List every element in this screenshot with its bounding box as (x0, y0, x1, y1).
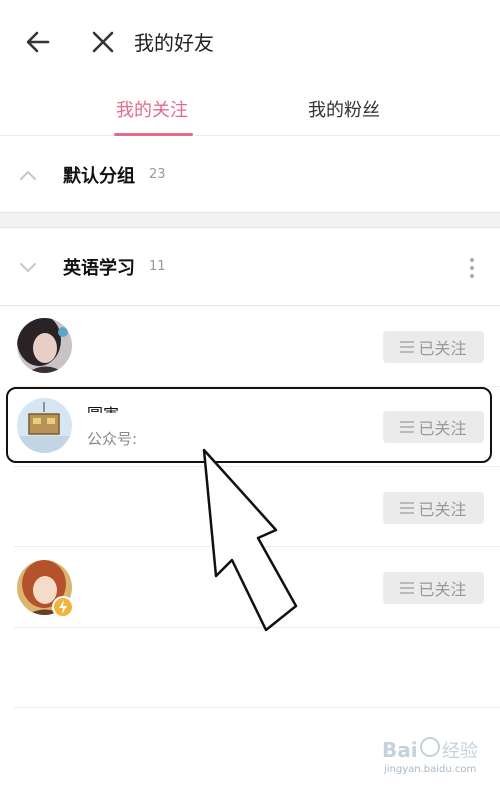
menu-lines-icon (400, 341, 415, 353)
followed-button[interactable]: 已关注 (383, 492, 484, 524)
group-row-english[interactable]: 英语学习 11 (0, 228, 500, 306)
lightning-badge-icon (52, 596, 74, 618)
svg-text:Bai: Bai (382, 738, 418, 762)
menu-lines-icon (400, 582, 415, 594)
close-icon[interactable] (88, 27, 118, 57)
avatar-portrait-image (17, 318, 72, 373)
group-row-default[interactable]: 默认分组 23 (0, 136, 500, 214)
tab-bar: 我的关注 我的粉丝 (0, 82, 500, 136)
chevron-down-icon (20, 263, 36, 273)
section-divider (0, 212, 500, 228)
pointer-arrow-icon (202, 448, 298, 632)
followed-label: 已关注 (418, 500, 467, 519)
followed-label: 已关注 (418, 339, 467, 358)
followed-label: 已关注 (418, 580, 467, 599)
chevron-up-icon (20, 170, 36, 180)
menu-lines-icon (400, 502, 415, 514)
group-count: 11 (149, 259, 166, 274)
page-title: 我的好友 (134, 31, 214, 55)
followed-button[interactable]: 已关注 (383, 572, 484, 604)
tab-fans[interactable]: 我的粉丝 (308, 96, 380, 122)
group-name: 英语学习 (63, 258, 135, 279)
svg-text:经验: 经验 (442, 741, 478, 762)
divider (14, 707, 500, 708)
top-bar: 我的好友 (0, 0, 500, 82)
avatar[interactable] (17, 318, 72, 373)
more-vertical-icon[interactable] (464, 256, 480, 280)
watermark-url: jingyan.baidu.com (384, 764, 477, 775)
group-count: 23 (149, 167, 166, 182)
group-name: 默认分组 (63, 166, 135, 187)
followed-button[interactable]: 已关注 (383, 331, 484, 363)
tab-following[interactable]: 我的关注 (116, 96, 188, 122)
back-arrow-icon[interactable] (22, 26, 54, 58)
divider (0, 305, 500, 306)
